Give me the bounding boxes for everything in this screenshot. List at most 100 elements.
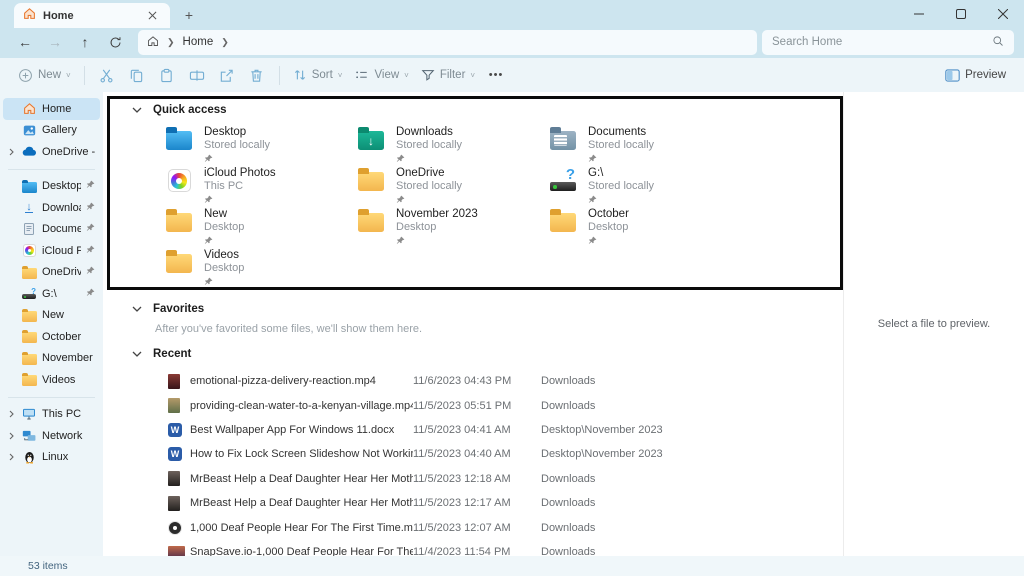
recent-file-row[interactable]: MrBeast Help a Deaf Daughter Hear Her Mo… <box>103 491 843 515</box>
pinned-indicator <box>204 276 244 287</box>
sidebar-item-downloads[interactable]: ↓Downloads <box>3 197 100 219</box>
file-name: How to Fix Lock Screen Slideshow Not Wor… <box>190 448 413 460</box>
paste-button[interactable] <box>152 62 182 88</box>
quick-access-tile-november-2023[interactable]: November 2023Desktop <box>357 208 549 249</box>
expand-chevron-icon[interactable] <box>7 432 16 440</box>
quick-access-tile-new[interactable]: NewDesktop <box>165 208 357 249</box>
expand-chevron-icon[interactable] <box>7 453 16 461</box>
home-icon <box>23 7 36 25</box>
pinned-indicator <box>86 202 95 214</box>
expand-chevron-icon[interactable] <box>7 410 16 418</box>
tile-sublabel: Desktop <box>204 221 244 234</box>
sidebar-item-november-2023[interactable]: November 2023 <box>3 348 100 370</box>
favorites-section-header[interactable]: Favorites <box>103 303 843 315</box>
file-name: MrBeast Help a Deaf Daughter Hear Her Mo… <box>190 473 413 485</box>
sidebar-item-new[interactable]: New <box>3 305 100 327</box>
more-options-button[interactable]: ••• <box>481 62 511 88</box>
new-tab-button[interactable]: + <box>180 6 198 24</box>
share-button[interactable] <box>212 62 242 88</box>
chevron-right-icon[interactable]: ❯ <box>221 37 229 48</box>
sidebar-item-videos[interactable]: Videos <box>3 369 100 391</box>
recent-file-row[interactable]: providing-clean-water-to-a-kenyan-villag… <box>103 393 843 417</box>
quick-access-tile-videos[interactable]: VideosDesktop <box>165 249 357 290</box>
pinned-indicator <box>204 235 244 246</box>
video-thumbnail-icon <box>168 374 180 389</box>
downloads-icon: ↓ <box>25 202 33 213</box>
sidebar-item-october[interactable]: October <box>3 326 100 348</box>
quick-access-tile-downloads[interactable]: ↓DownloadsStored locally <box>357 126 549 167</box>
search-placeholder: Search Home <box>772 36 992 48</box>
favorites-title: Favorites <box>153 303 204 315</box>
toolbar-separator <box>84 66 85 85</box>
sidebar-item-g[interactable]: ?G:\ <box>3 283 100 305</box>
quick-access-tile-icloud-photos[interactable]: iCloud PhotosThis PC <box>165 167 357 208</box>
preview-button-label: Preview <box>965 69 1006 81</box>
expand-chevron-icon[interactable] <box>7 148 16 156</box>
recent-file-row[interactable]: WBest Wallpaper App For Windows 11.docx1… <box>103 418 843 442</box>
maximize-button[interactable] <box>940 0 982 28</box>
quick-access-tile-g[interactable]: ?G:\Stored locally <box>549 167 741 208</box>
new-button[interactable]: New ˅ <box>12 64 77 87</box>
pin-icon <box>86 180 95 189</box>
sidebar-item-desktop[interactable]: Desktop <box>3 176 100 198</box>
pin-icon <box>396 154 405 163</box>
tab-home[interactable]: Home <box>14 3 170 28</box>
file-location: Downloads <box>541 375 843 387</box>
recent-file-row[interactable]: MrBeast Help a Deaf Daughter Hear Her Mo… <box>103 467 843 491</box>
chevron-down-icon: ˅ <box>404 71 409 80</box>
sidebar-item-label: iCloud Photos <box>42 245 81 257</box>
tab-close-icon[interactable] <box>143 7 161 25</box>
sidebar-item-onedrive-persona[interactable]: OneDrive - Persona <box>3 141 100 163</box>
quick-access-section-header[interactable]: Quick access <box>103 92 843 116</box>
sidebar-item-icloud-photos[interactable]: iCloud Photos <box>3 240 100 262</box>
delete-button[interactable] <box>242 62 272 88</box>
recent-file-row[interactable]: SnapSave.io-1,000 Deaf People Hear For T… <box>103 540 843 556</box>
tab-label: Home <box>43 10 136 22</box>
minimize-button[interactable] <box>898 0 940 28</box>
recent-file-row[interactable]: WHow to Fix Lock Screen Slideshow Not Wo… <box>103 442 843 466</box>
sidebar-item-onedrive[interactable]: OneDrive <box>3 262 100 284</box>
recent-file-row[interactable]: emotional-pizza-delivery-reaction.mp411/… <box>103 369 843 393</box>
video-thumbnail-icon <box>168 496 180 511</box>
pinned-indicator <box>204 153 270 164</box>
copy-button[interactable] <box>122 62 152 88</box>
toolbar-separator <box>279 66 280 85</box>
sidebar-item-documents[interactable]: Documents <box>3 219 100 241</box>
tile-name: G:\ <box>588 167 654 180</box>
tile-name: November 2023 <box>396 208 478 221</box>
search-input[interactable]: Search Home <box>762 30 1014 55</box>
sidebar-item-gallery[interactable]: Gallery <box>3 120 100 142</box>
quick-access-tile-desktop[interactable]: DesktopStored locally <box>165 126 357 167</box>
preview-toggle-button[interactable]: Preview <box>939 65 1012 86</box>
sort-button[interactable]: Sort ˅ <box>287 64 349 86</box>
sidebar-item-this-pc[interactable]: This PC <box>3 404 100 426</box>
sidebar-item-linux[interactable]: Linux <box>3 447 100 469</box>
up-button[interactable]: ↑ <box>70 30 100 54</box>
file-location: Downloads <box>541 522 843 534</box>
pin-icon <box>204 236 213 245</box>
pinned-indicator <box>204 194 276 205</box>
pin-icon <box>86 266 95 275</box>
quick-access-tile-onedrive[interactable]: OneDriveStored locally <box>357 167 549 208</box>
sidebar-item-home[interactable]: Home <box>3 98 100 120</box>
breadcrumb-item-home[interactable]: Home <box>183 36 214 48</box>
filter-button[interactable]: Filter ˅ <box>415 64 481 86</box>
quick-access-tile-october[interactable]: OctoberDesktop <box>549 208 741 249</box>
breadcrumb-home-icon[interactable] <box>147 35 159 50</box>
forward-button[interactable]: → <box>40 30 70 54</box>
rename-button[interactable] <box>182 62 212 88</box>
refresh-button[interactable] <box>100 30 130 54</box>
preview-pane: Select a file to preview. <box>843 92 1024 556</box>
chevron-down-icon: ˅ <box>338 71 343 80</box>
recent-file-row[interactable]: 1,000 Deaf People Hear For The First Tim… <box>103 515 843 539</box>
tile-name: Videos <box>204 249 244 262</box>
sidebar-item-network[interactable]: Network <box>3 425 100 447</box>
cut-button[interactable] <box>92 62 122 88</box>
quick-access-tile-documents[interactable]: DocumentsStored locally <box>549 126 741 167</box>
close-button[interactable] <box>982 0 1024 28</box>
back-button[interactable]: ← <box>10 30 40 54</box>
recent-section-header[interactable]: Recent <box>103 348 843 360</box>
breadcrumb[interactable]: ❯ Home ❯ <box>138 30 757 55</box>
view-button[interactable]: View ˅ <box>348 64 414 86</box>
file-name: providing-clean-water-to-a-kenyan-villag… <box>190 400 413 412</box>
